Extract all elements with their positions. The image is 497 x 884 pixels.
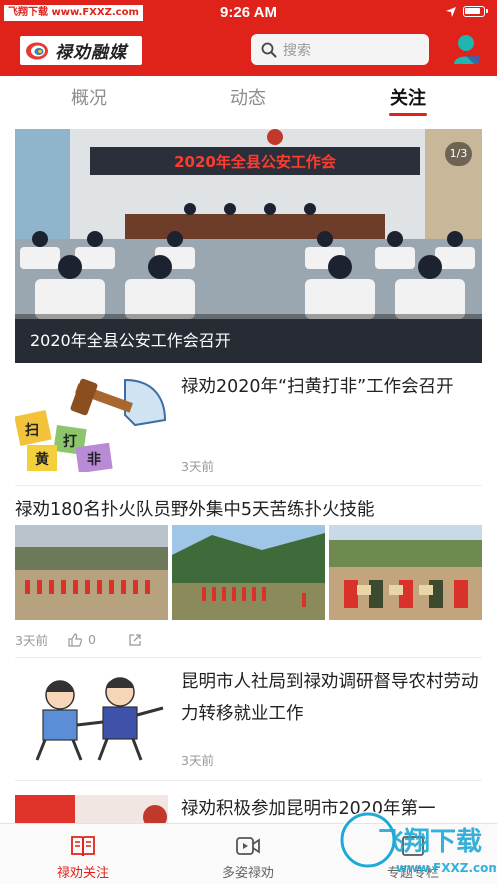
tab-follow[interactable]: 关注 [368, 84, 448, 110]
user-avatar-icon[interactable] [452, 34, 480, 64]
stamp-char: 打 [63, 433, 77, 450]
nav-label: 多姿禄劝 [221, 866, 274, 881]
article-title[interactable]: 昆明市人社局到禄劝调研督导农村劳动力转移就业工作 [181, 666, 479, 730]
stamp-char: 非 [87, 451, 101, 468]
video-icon [236, 837, 260, 855]
logo-mark-icon [26, 42, 48, 59]
article-4-image [15, 795, 168, 823]
nav-label: 禄劝关注 [56, 866, 109, 881]
firefighters-photo-2 [172, 525, 325, 620]
like-count: 0 [87, 632, 96, 647]
logo-text: 禄劝融媒 [55, 43, 127, 63]
article-image[interactable] [329, 525, 482, 620]
article-image[interactable] [172, 525, 325, 620]
watermark-text: 飞翔下载 [378, 827, 482, 857]
thumbs-up-icon[interactable] [68, 632, 82, 647]
article-time: 3天前 [15, 633, 48, 648]
hero-caption[interactable]: 2020年全县公安工作会召开 [30, 327, 231, 351]
list-divider [15, 780, 482, 781]
site-brand-watermark: 飞翔下载 www.FXXZ.com [339, 811, 496, 875]
status-time: 9:26 AM [220, 4, 277, 21]
tab-overview[interactable]: 概况 [49, 84, 129, 110]
article-thumbnail[interactable] [15, 795, 168, 823]
app-logo[interactable]: 禄劝融媒 [20, 36, 142, 65]
article-actions: 3天前 0 [15, 630, 142, 649]
search-icon [261, 42, 277, 57]
watermark-url: www.FXXZ.com [396, 861, 496, 875]
article-title[interactable]: 禄劝2020年“扫黄打非”工作会召开 [181, 371, 479, 403]
article-time: 3天前 [181, 459, 214, 474]
hero-page-counter: 1/3 [445, 142, 472, 166]
battery-icon [463, 6, 488, 17]
nav-luquan-follow[interactable]: 禄劝关注 [33, 824, 133, 884]
article-image[interactable] [15, 525, 168, 620]
list-divider [15, 485, 482, 486]
nav-colorful-luquan[interactable]: 多姿禄劝 [198, 824, 298, 884]
hero-banner-text: 2020年全县公安工作会 [174, 153, 336, 171]
cartoon-officials-illustration [15, 670, 168, 766]
location-arrow-icon [446, 7, 456, 17]
stamp-char: 扫 [25, 423, 39, 439]
firefighters-photo-1 [15, 525, 168, 620]
article-time: 3天前 [181, 753, 214, 768]
tab-news[interactable]: 动态 [208, 84, 288, 110]
share-icon[interactable] [128, 633, 142, 647]
article-thumbnail[interactable] [15, 670, 168, 766]
book-icon [71, 836, 95, 857]
article-title[interactable]: 禄劝180名扑火队员野外集中5天苦练扑火技能 [15, 494, 482, 526]
search-placeholder: 搜索 [283, 42, 311, 59]
top-tabs: 概况 动态 关注 [0, 76, 497, 116]
firefighters-photo-3 [329, 525, 482, 620]
stamp-char: 黄 [35, 451, 49, 468]
gavel-illustration: 扫 打 黄 非 [15, 375, 168, 472]
search-input[interactable]: 搜索 [251, 34, 429, 65]
article-thumbnail[interactable]: 扫 打 黄 非 [15, 375, 168, 472]
active-tab-indicator [389, 113, 427, 116]
list-divider [15, 657, 482, 658]
